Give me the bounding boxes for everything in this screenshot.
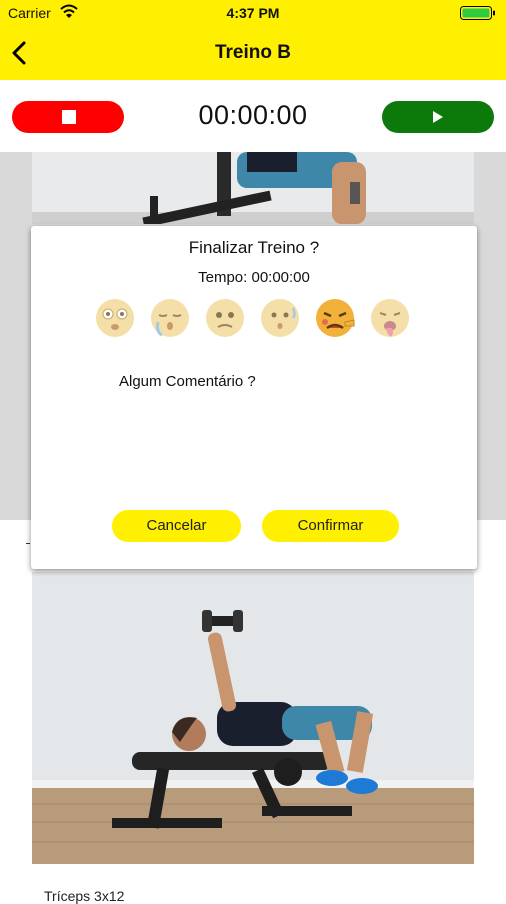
sleepy-emoji-icon[interactable] [150, 298, 190, 338]
cancel-button[interactable]: Cancelar [112, 510, 241, 542]
play-icon [433, 111, 443, 123]
stop-button[interactable] [12, 101, 124, 133]
exhausted-emoji-icon[interactable] [315, 298, 355, 338]
status-time: 4:37 PM [226, 5, 280, 21]
status-bar: Carrier 4:37 PM [0, 0, 506, 28]
nav-bar: Treino B [0, 28, 506, 80]
page-title: Treino B [214, 42, 291, 63]
exercise-photo-dumbbell-press [32, 572, 474, 864]
dizzy-emoji-icon[interactable] [95, 298, 135, 338]
comment-label: Algum Comentário ? [119, 373, 256, 390]
exercise-description: Tríceps 3x12 [44, 888, 125, 904]
surprised-emoji-icon[interactable] [260, 298, 300, 338]
battery-icon [460, 6, 495, 20]
stop-icon [62, 110, 76, 124]
dialog-time: Tempo: 00:00:00 [198, 269, 310, 286]
play-button[interactable] [382, 101, 494, 133]
nauseated-emoji-icon[interactable] [370, 298, 410, 338]
divider-mark [26, 543, 30, 544]
timer-bar: 00:00:00 [0, 80, 506, 152]
workout-timer: 00:00:00 [198, 100, 308, 130]
confirm-button[interactable]: Confirmar [262, 510, 399, 542]
finish-workout-dialog: Finalizar Treino ? Tempo: 00:00:00 Algum… [31, 226, 477, 569]
worried-emoji-icon[interactable] [205, 298, 245, 338]
exercise-photo-top [32, 152, 474, 224]
dialog-title: Finalizar Treino ? [188, 238, 320, 257]
